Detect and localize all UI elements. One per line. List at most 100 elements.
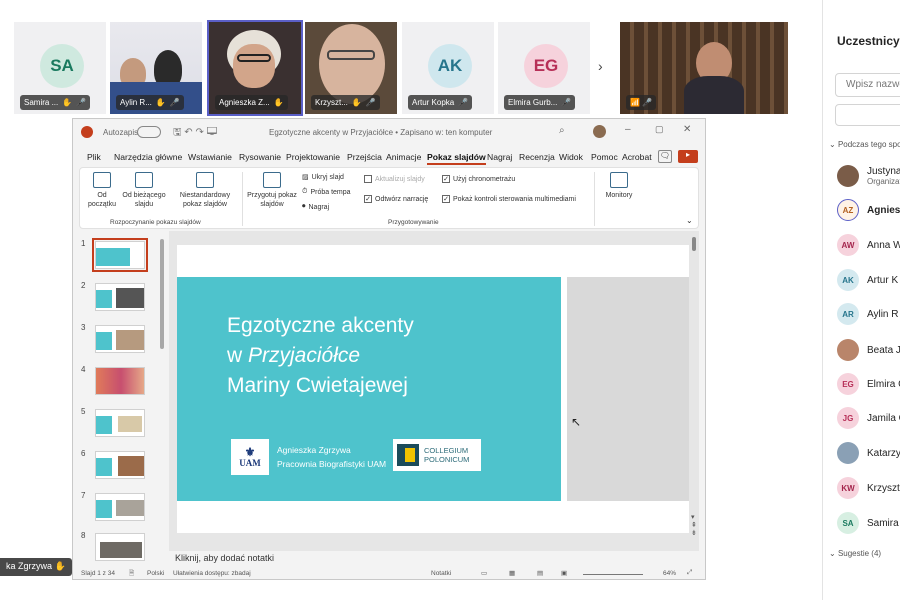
- participant-row[interactable]: AZ Agnieszka: [837, 198, 900, 222]
- menu-wstawianie[interactable]: Wstawianie: [188, 152, 232, 162]
- video-tile-agnieszka[interactable]: Agnieszka Z... ✋: [207, 20, 303, 116]
- participant-row[interactable]: AK Artur K: [837, 268, 900, 292]
- setup-show-button[interactable]: Przygotuj pokaz slajdów: [246, 172, 298, 209]
- uam-logo: ⚜ UAM: [231, 439, 269, 475]
- thumb-number: 2: [81, 281, 86, 290]
- present-icon[interactable]: ▸: [678, 150, 698, 163]
- account-avatar[interactable]: [593, 125, 606, 138]
- participant-row[interactable]: Katarzyna: [837, 441, 900, 465]
- slide-thumbnail[interactable]: [95, 533, 145, 561]
- video-tile-krzysztof[interactable]: Krzyszt... ✋ 🎤: [305, 22, 397, 114]
- participant-row[interactable]: JG Jamila G: [837, 406, 900, 430]
- mic-off-icon: 🎤: [561, 98, 572, 107]
- update-slides-checkbox[interactable]: Aktualizuj slajdy: [364, 175, 425, 183]
- hand-icon: ✋: [351, 98, 362, 107]
- tile-name-label: Samira ... ✋ 🎤: [20, 95, 91, 110]
- menu-narzedzia-glowne[interactable]: Narzędzia główne: [114, 152, 182, 162]
- notes-pane[interactable]: Kliknij, aby dodać notatki: [169, 551, 699, 567]
- menu-przejscia[interactable]: Przejścia: [347, 152, 382, 162]
- comment-icon[interactable]: 🗨: [658, 150, 672, 163]
- scroll-arrows-icon: ▾ ⇞ ⇟: [691, 514, 697, 537]
- powerpoint-window: Autozapis 🖫 ↶ ↷ 🖵 Egzotyczne akcenty w P…: [72, 118, 706, 580]
- thumbnail-scrollbar[interactable]: [159, 231, 165, 561]
- search-input[interactable]: Wpisz nazwę: [835, 73, 900, 97]
- author-block[interactable]: Agnieszka Zgrzywa Pracownia Biografistyk…: [277, 443, 386, 471]
- section-suggestions[interactable]: ⌄ Sugestie (4): [829, 549, 881, 558]
- video-tile-samira[interactable]: SA Samira ... ✋ 🎤: [14, 22, 106, 114]
- image-placeholder[interactable]: [567, 277, 689, 501]
- use-timings-checkbox[interactable]: ✓ Użyj chronometrażu: [442, 175, 515, 183]
- participant-row[interactable]: Beata J: [837, 338, 900, 362]
- video-tile-aylin[interactable]: Aylin R... ✋ 🎤: [110, 22, 202, 114]
- menu-widok[interactable]: Widok: [559, 152, 583, 162]
- slide-thumbnail[interactable]: [95, 325, 145, 353]
- menu-projektowanie[interactable]: Projektowanie: [286, 152, 340, 162]
- menu-plik[interactable]: Plik: [87, 152, 101, 162]
- slide-thumbnail[interactable]: [95, 283, 145, 311]
- fit-slide-icon[interactable]: ⤢: [687, 569, 692, 577]
- video-tile-elmira[interactable]: EG Elmira Gurb... 🎤: [498, 22, 590, 114]
- quick-access-icons[interactable]: 🖫 ↶ ↷ 🖵: [173, 125, 217, 142]
- autosave-toggle[interactable]: [137, 126, 161, 138]
- avatar: [837, 442, 859, 464]
- avatar: AZ: [837, 199, 859, 221]
- hide-slide-button[interactable]: ▨ Ukryj slajd: [302, 173, 344, 182]
- slide-thumbnail[interactable]: [95, 367, 145, 395]
- menu-recenzja[interactable]: Recenzja: [519, 152, 555, 162]
- slide-thumbnail[interactable]: [95, 409, 145, 437]
- slide-scrollbar[interactable]: ▾ ⇞ ⇟: [691, 237, 697, 537]
- search-icon[interactable]: ⌕: [559, 125, 565, 136]
- participant-row[interactable]: AW Anna W: [837, 233, 900, 257]
- custom-show-button[interactable]: Niestandardowy pokaz slajdów: [174, 172, 236, 209]
- from-start-button[interactable]: Od początku: [86, 172, 118, 209]
- participant-row[interactable]: AR Aylin R: [837, 302, 900, 326]
- video-tile-self[interactable]: 📶 🎤: [620, 22, 788, 114]
- minimize-icon[interactable]: –: [625, 124, 631, 135]
- slide-title[interactable]: Egzotyczne akcenty w Przyjaciółce Mariny…: [227, 311, 414, 401]
- collapse-ribbon-icon[interactable]: ⌄: [686, 216, 693, 225]
- zoom-slider[interactable]: [583, 574, 643, 575]
- autosave-label: Autozapis: [103, 128, 139, 137]
- menu-pomoc[interactable]: Pomoc: [591, 152, 618, 162]
- document-title[interactable]: Egzotyczne akcenty w Przyjaciółce • Zapi…: [269, 128, 492, 137]
- secondary-input[interactable]: [835, 104, 900, 126]
- menu-nagraj[interactable]: Nagraj: [487, 152, 512, 162]
- section-during-meeting[interactable]: ⌄ Podczas tego spotkania: [829, 140, 900, 149]
- rehearse-button[interactable]: ⏱ Próba tempa: [302, 188, 351, 196]
- menu-pokaz-slajdow[interactable]: Pokaz slajdów: [427, 152, 486, 165]
- sorter-view-icon[interactable]: ▦: [509, 569, 515, 577]
- slide-thumbnail[interactable]: [95, 493, 145, 521]
- current-slide[interactable]: Egzotyczne akcenty w Przyjaciółce Mariny…: [177, 245, 689, 533]
- monitors-button[interactable]: Monitory: [600, 172, 638, 200]
- accessibility-status[interactable]: Ułatwienia dostępu: zbadaj: [173, 570, 251, 577]
- menu-animacje[interactable]: Animacje: [386, 152, 421, 162]
- language-status[interactable]: Polski: [147, 570, 164, 577]
- maximize-icon[interactable]: ▢: [655, 124, 664, 135]
- close-icon[interactable]: ✕: [683, 124, 691, 135]
- participant-row[interactable]: EG Elmira G: [837, 372, 900, 396]
- video-tile-artur[interactable]: AK Artur Kopka 🎤: [402, 22, 494, 114]
- chevron-right-icon[interactable]: ›: [598, 58, 603, 74]
- slideshow-current-icon: [135, 172, 153, 188]
- normal-view-icon[interactable]: ▭: [481, 569, 487, 577]
- zoom-level[interactable]: 64%: [663, 570, 676, 577]
- menu-rysowanie[interactable]: Rysowanie: [239, 152, 281, 162]
- participant-row[interactable]: SA Samira: [837, 511, 900, 535]
- slideshow-view-icon[interactable]: ▣: [561, 569, 567, 577]
- slide-editor[interactable]: Egzotyczne akcenty w Przyjaciółce Mariny…: [169, 231, 699, 551]
- custom-show-icon: [196, 172, 214, 188]
- participant-row[interactable]: KW Krzysztof: [837, 476, 900, 500]
- notes-button[interactable]: Notatki: [431, 570, 451, 577]
- play-narration-checkbox[interactable]: ✓ Odtwórz narrację: [364, 195, 428, 203]
- menu-acrobat[interactable]: Acrobat: [622, 152, 652, 162]
- notes-icon[interactable]: 🗎: [129, 569, 134, 579]
- show-media-controls-checkbox[interactable]: ✓ Pokaż kontroli sterowania multimediami: [442, 195, 576, 203]
- participant-row[interactable]: JustynaOrganizator: [837, 164, 900, 188]
- record-button[interactable]: ⏺ Nagraj: [302, 203, 329, 211]
- hand-icon: ✋: [54, 561, 66, 571]
- from-current-button[interactable]: Od bieżącego slajdu: [120, 172, 168, 209]
- panel-title: Uczestnicy: [837, 34, 900, 48]
- slide-thumbnail[interactable]: [95, 451, 145, 479]
- reading-view-icon[interactable]: ▤: [537, 569, 543, 577]
- slide-thumbnail[interactable]: [92, 238, 148, 272]
